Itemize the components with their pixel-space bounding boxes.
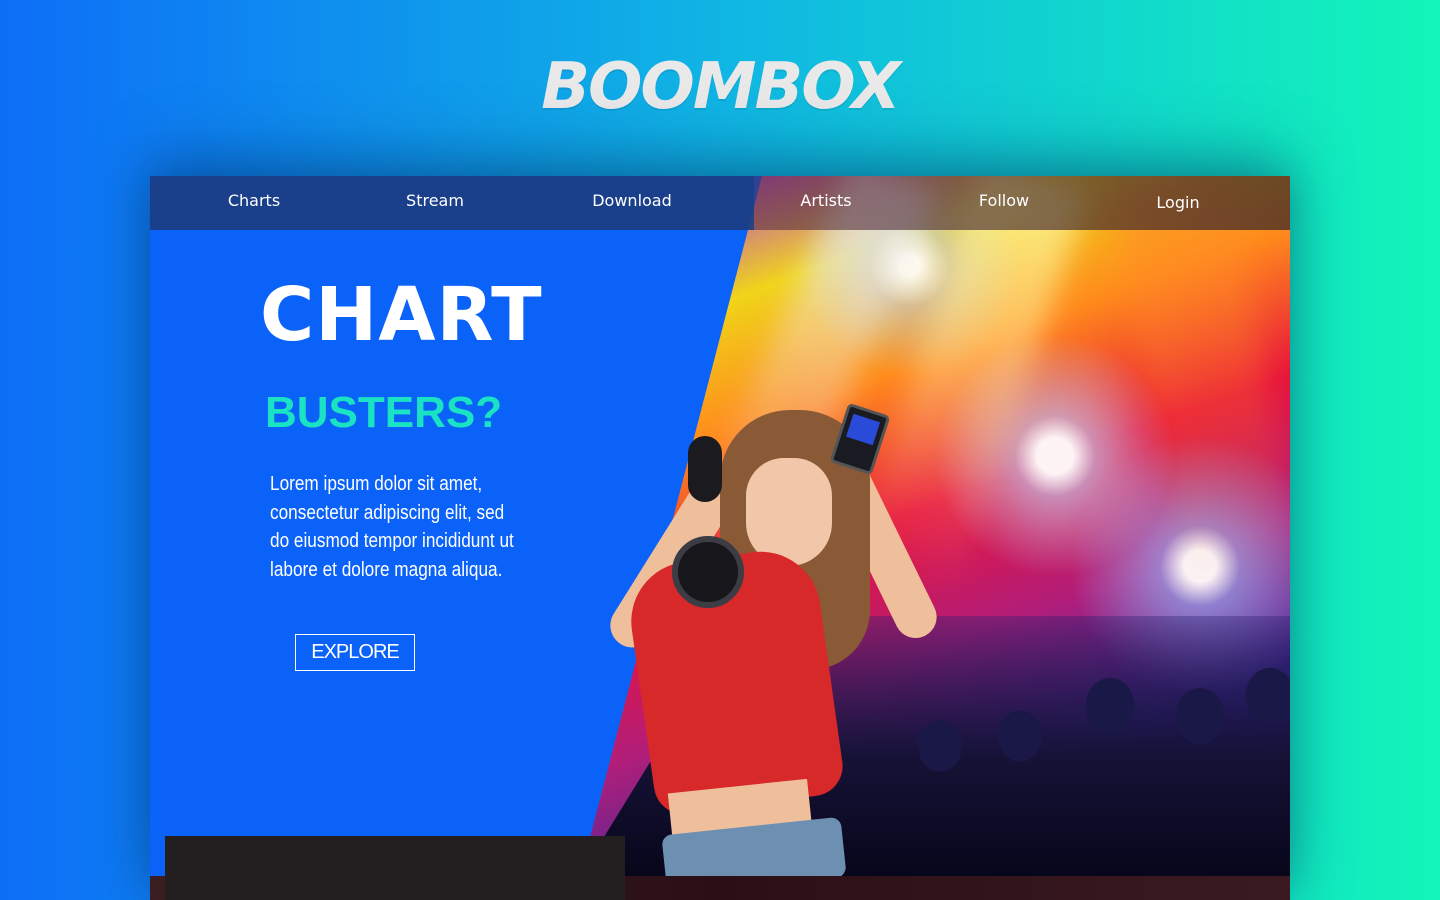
login-link[interactable]: Login [1156, 178, 1199, 232]
face-shape [746, 458, 832, 566]
nav-item-charts[interactable]: Charts [228, 176, 280, 230]
nav-item-artists[interactable]: Artists [800, 176, 851, 230]
top-navigation: Charts Stream Download Artists Follow Lo… [150, 176, 1290, 230]
stage-light-beam [1110, 176, 1290, 601]
music-player-icon [829, 402, 891, 476]
content-panel [165, 836, 625, 900]
headphones-icon [672, 536, 744, 608]
dancing-woman-image [560, 402, 980, 896]
nav-item-stream[interactable]: Stream [406, 176, 464, 230]
nav-item-download[interactable]: Download [592, 176, 672, 230]
hero-title: CHART [260, 272, 543, 358]
hero-description: Lorem ipsum dolor sit amet, consectetur … [270, 473, 514, 581]
nav-item-follow[interactable]: Follow [979, 176, 1029, 230]
hero-subtitle: BUSTERS? [265, 388, 503, 437]
explore-button[interactable]: EXPLORE [295, 634, 415, 671]
brand-logo[interactable]: BOOMBOX [0, 50, 1440, 124]
landing-page-mockup: Charts Stream Download Artists Follow Lo… [150, 176, 1290, 900]
headphones-icon [688, 436, 722, 502]
